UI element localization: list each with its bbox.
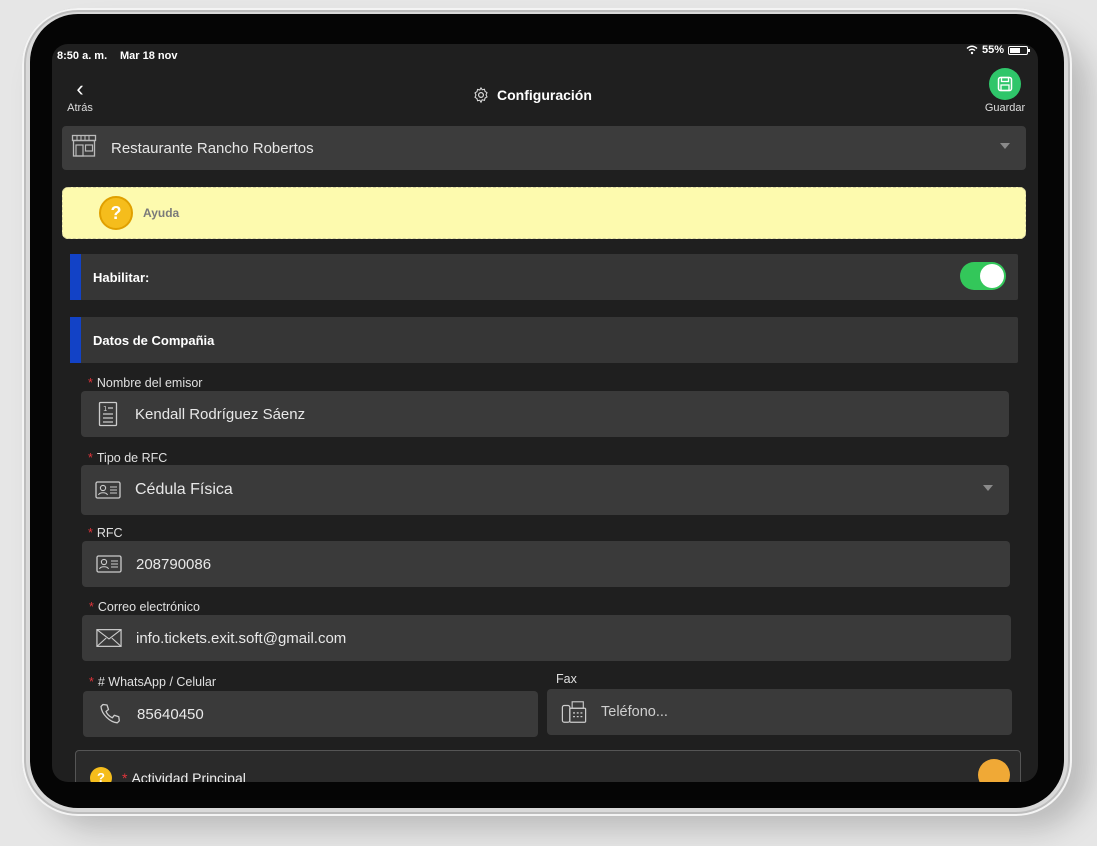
rfc-field[interactable]: 208790086: [82, 541, 1010, 587]
page-title: Configuración: [472, 86, 592, 104]
battery-icon: [1008, 45, 1030, 55]
id-card-icon: [96, 555, 122, 573]
fax-label: Fax: [556, 672, 577, 686]
rfc-type-label: * Tipo de RFC: [88, 451, 167, 465]
rfc-value: 208790086: [136, 555, 212, 573]
enable-label: Habilitar:: [93, 270, 150, 285]
help-label: Ayuda: [143, 206, 180, 220]
toggle-knob: [980, 264, 1004, 288]
email-label: * Correo electrónico: [89, 600, 200, 614]
restaurant-name: Restaurante Rancho Robertos: [111, 139, 314, 157]
main-activity-card[interactable]: ? * Actividad Principal: [75, 750, 1021, 782]
fax-icon: [561, 699, 587, 725]
fax-field[interactable]: Teléfono...: [547, 689, 1012, 735]
help-banner[interactable]: ? Ayuda: [62, 187, 1026, 239]
required-marker: *: [88, 376, 93, 390]
save-label: Guardar: [984, 102, 1026, 114]
chevron-down-icon: [983, 485, 993, 491]
edit-icon[interactable]: [978, 759, 1010, 782]
wifi-icon: [966, 45, 978, 55]
rfc-type-label-text: Tipo de RFC: [96, 451, 168, 465]
required-marker: *: [89, 675, 94, 689]
document-icon: 1: [95, 401, 121, 427]
gear-icon: [474, 86, 488, 104]
rfc-type-select[interactable]: Cédula Física: [81, 465, 1009, 515]
email-field[interactable]: info.tickets.exit.soft@gmail.com: [82, 615, 1011, 661]
required-marker: *: [122, 770, 128, 782]
rfc-label: * RFC: [88, 526, 123, 540]
status-date: Mar 18 nov: [120, 50, 178, 62]
company-section-label: Datos de Compañia: [93, 333, 215, 348]
issuer-name-label-text: Nombre del emisor: [96, 376, 203, 390]
whatsapp-label: * # WhatsApp / Celular: [89, 675, 216, 689]
envelope-icon: [96, 628, 122, 648]
save-button[interactable]: Guardar: [980, 68, 1030, 114]
back-label: Atrás: [67, 102, 93, 114]
section-accent-bar: [70, 254, 81, 300]
whatsapp-label-text: # WhatsApp / Celular: [97, 675, 216, 689]
required-marker: *: [89, 600, 94, 614]
whatsapp-value: 85640450: [137, 705, 204, 723]
rfc-label-text: RFC: [96, 526, 123, 540]
fax-placeholder: Teléfono...: [601, 704, 668, 720]
main-activity-label-text: Actividad Principal: [131, 770, 246, 782]
restaurant-select[interactable]: Restaurante Rancho Robertos: [62, 126, 1026, 170]
email-label-text: Correo electrónico: [97, 600, 201, 614]
email-value: info.tickets.exit.soft@gmail.com: [136, 629, 347, 647]
page-title-text: Configuración: [497, 87, 592, 103]
question-icon: ?: [99, 196, 133, 230]
store-icon: [71, 134, 97, 163]
whatsapp-field[interactable]: 85640450: [83, 691, 538, 737]
company-section-header: Datos de Compañia: [70, 317, 1018, 363]
issuer-name-field[interactable]: 1 Kendall Rodríguez Sáenz: [81, 391, 1009, 437]
save-icon: [989, 68, 1021, 100]
status-bar: 8:50 a. m. Mar 18 nov 55%: [52, 44, 1038, 68]
back-button[interactable]: ‹ Atrás: [60, 76, 100, 115]
enable-section: Habilitar:: [70, 254, 1018, 300]
app-screen: 8:50 a. m. Mar 18 nov 55% ‹ Atrás Config…: [52, 44, 1038, 782]
main-activity-label: * Actividad Principal: [122, 770, 246, 782]
chevron-left-icon: ‹: [76, 76, 84, 101]
phone-icon: [97, 702, 123, 726]
required-marker: *: [88, 526, 93, 540]
battery-percent: 55%: [981, 44, 1004, 56]
issuer-name-value: Kendall Rodríguez Sáenz: [135, 405, 306, 423]
question-icon[interactable]: ?: [90, 767, 112, 782]
status-indicators: 55%: [966, 44, 1030, 56]
section-accent-bar: [70, 317, 81, 363]
chevron-down-icon: [1000, 143, 1010, 149]
enable-toggle[interactable]: [960, 262, 1006, 290]
rfc-type-value: Cédula Física: [135, 481, 233, 498]
id-card-icon: [95, 481, 121, 499]
required-marker: *: [88, 451, 93, 465]
issuer-name-label: * Nombre del emisor: [88, 376, 202, 390]
status-time: 8:50 a. m.: [57, 50, 108, 62]
nav-bar: ‹ Atrás Configuración Guardar: [52, 68, 1038, 118]
svg-text:1: 1: [103, 405, 107, 413]
